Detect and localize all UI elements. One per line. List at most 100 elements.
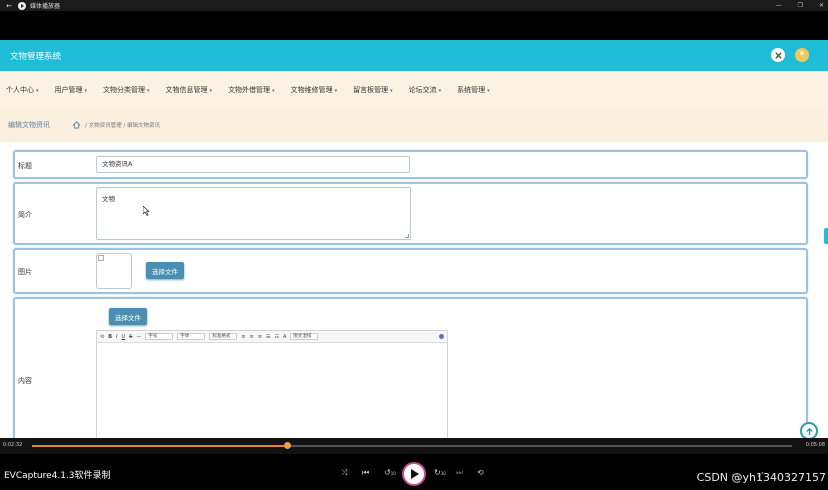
arrow-up-icon <box>805 427 813 435</box>
rewind-icon[interactable]: ↺10 <box>384 468 396 477</box>
text-style-select[interactable]: 图文混排 <box>290 333 319 340</box>
format-select[interactable]: 标准格式 <box>209 333 238 340</box>
csdn-watermark: CSDN @yh1340327157 <box>696 471 826 484</box>
nav-item-3[interactable]: 文物信息管理 ▾ <box>166 85 213 95</box>
window-close-icon[interactable]: ✕ <box>819 2 824 9</box>
forward-glyph: ↻ <box>434 468 441 477</box>
broken-image-icon <box>98 255 104 261</box>
web-page: 文物管理系统 个人中心 ▾ 用户管理 ▾ 文物分类管理 ▾ 文物信息管理 ▾ 文物外借管理 ▾ 文物… <box>0 40 828 438</box>
nav-item-7[interactable]: 论坛交流 ▾ <box>409 85 442 95</box>
top-nav: 个人中心 ▾ 用户管理 ▾ 文物分类管理 ▾ 文物信息管理 ▾ 文物外借管理 ▾ 文物维修管理 ▾ 留言… <box>0 71 828 108</box>
emoji-icon[interactable] <box>439 334 444 339</box>
title-label: 标题 <box>18 162 32 170</box>
next-icon[interactable]: ⏭ <box>456 468 463 478</box>
chevron-down-icon: ▾ <box>487 87 490 94</box>
app-header: 文物管理系统 <box>0 40 828 71</box>
nav-item-2[interactable]: 文物分类管理 ▾ <box>103 85 150 95</box>
forward-seconds: 30 <box>440 471 446 476</box>
image-row: 图片 选择文件 <box>13 248 808 294</box>
intro-text: 文物 <box>102 195 115 203</box>
seek-bar-fill <box>32 445 287 447</box>
avatar[interactable] <box>795 48 809 62</box>
nav-item-4[interactable]: 文物外借管理 ▾ <box>228 85 275 95</box>
strike-button[interactable]: S <box>129 334 132 340</box>
chevron-down-icon: ▾ <box>209 87 213 94</box>
chevron-down-icon: ▾ <box>84 87 88 94</box>
recorder-brand: EVCapture4.1.3软件录制 <box>4 471 111 481</box>
underline-button[interactable]: U <box>122 334 126 340</box>
player-controls: EVCapture4.1.3软件录制 ⤨ ⏮ ↺10 ↻30 ⏭ ⟲ ▭ ⤢ ⋯… <box>0 454 828 490</box>
divider-button[interactable]: — <box>136 334 141 340</box>
media-player-logo-icon <box>18 1 26 10</box>
player-title-bar: ← 媒体播放器 — ❐ ✕ <box>0 0 828 11</box>
restore-icon[interactable]: ❐ <box>798 2 803 9</box>
repeat-icon[interactable]: ⟲ <box>477 468 484 477</box>
nav-item-label: 文物外借管理 <box>228 85 271 94</box>
nav-item-label: 文物信息管理 <box>165 85 208 94</box>
title-input[interactable]: 文物资讯A <box>96 156 410 173</box>
close-circle-icon[interactable] <box>771 48 785 62</box>
window-buttons: — ❐ ✕ <box>776 0 824 11</box>
page-title: 编辑文物资讯 <box>8 121 50 129</box>
play-button[interactable] <box>402 462 426 486</box>
playback-progress: 0:02:32 0:05:08 <box>0 438 828 454</box>
image-label: 图片 <box>18 268 32 276</box>
nav-item-5[interactable]: 文物维修管理 ▾ <box>291 85 338 95</box>
nav-item-1[interactable]: 用户管理 ▾ <box>55 85 88 95</box>
home-icon[interactable] <box>72 121 81 129</box>
rewind-glyph: ↺ <box>384 468 391 477</box>
chevron-down-icon: ▾ <box>36 87 39 94</box>
bold-button[interactable]: B <box>108 334 112 340</box>
ordered-list-icon[interactable]: ☷ <box>274 334 278 340</box>
content-label: 内容 <box>18 377 32 385</box>
chevron-down-icon: ▾ <box>334 87 338 94</box>
forward-icon[interactable]: ↻30 <box>434 468 446 477</box>
editor-toolbar: ⟲ B I U S — 字号 字体 标准格式 ≡ ≡ ≡ ☰ ☷ A 图文混排 <box>97 331 447 343</box>
intro-row: 简介 文物 <box>13 182 808 245</box>
nav-item-0[interactable]: 个人中心 ▾ <box>6 85 39 95</box>
mouse-cursor-icon <box>143 206 150 216</box>
image-preview <box>96 253 132 289</box>
bullet-list-icon[interactable]: ☰ <box>266 334 270 340</box>
align-left-icon[interactable]: ≡ <box>241 334 245 340</box>
align-center-icon[interactable]: ≡ <box>250 334 254 340</box>
nav-item-8[interactable]: 系统管理 ▾ <box>457 85 490 95</box>
seek-handle[interactable] <box>283 442 291 449</box>
nav-item-label: 用户管理 <box>54 85 83 94</box>
nav-item-label: 个人中心 <box>6 85 34 94</box>
nav-item-6[interactable]: 留言板管理 ▾ <box>353 85 393 95</box>
current-time: 0:02:32 <box>3 442 23 448</box>
player-window-title: 媒体播放器 <box>30 3 61 10</box>
nav-item-label: 文物维修管理 <box>290 85 333 94</box>
italic-button[interactable]: I <box>116 334 117 340</box>
font-size-select[interactable]: 字号 <box>145 333 174 340</box>
chevron-down-icon: ▾ <box>438 87 442 94</box>
chevron-down-icon: ▾ <box>147 87 150 94</box>
chevron-down-icon: ▾ <box>272 87 275 94</box>
back-arrow-icon[interactable]: ← <box>0 2 18 10</box>
chevron-down-icon: ▾ <box>390 87 393 94</box>
total-time: 0:05:08 <box>805 442 825 448</box>
breadcrumb: / 文物资讯管理 / 编辑文物资讯 <box>85 123 160 129</box>
minimize-icon[interactable]: — <box>776 2 782 9</box>
text-color-icon[interactable]: A <box>283 334 286 340</box>
rich-text-editor[interactable]: ⟲ B I U S — 字号 字体 标准格式 ≡ ≡ ≡ ☰ ☷ A 图文混排 <box>96 330 448 438</box>
choose-content-file-button[interactable]: 选择文件 <box>109 308 147 325</box>
breadcrumb-bar: 编辑文物资讯 / 文物资讯管理 / 编辑文物资讯 <box>0 108 828 142</box>
scroll-to-top-button[interactable] <box>800 422 818 438</box>
align-right-icon[interactable]: ≡ <box>258 334 262 340</box>
font-family-select[interactable]: 字体 <box>177 333 206 340</box>
choose-image-button[interactable]: 选择文件 <box>146 262 184 279</box>
previous-icon[interactable]: ⏮ <box>362 468 369 478</box>
play-icon <box>411 469 419 479</box>
seek-bar[interactable] <box>32 442 792 449</box>
resize-handle-icon[interactable] <box>405 234 409 238</box>
app-title: 文物管理系统 <box>10 51 62 62</box>
side-tab-handle[interactable] <box>824 228 828 244</box>
intro-label: 简介 <box>18 211 32 219</box>
nav-item-label: 系统管理 <box>457 85 486 94</box>
nav-item-label: 论坛交流 <box>408 85 437 94</box>
undo-icon[interactable]: ⟲ <box>100 334 104 340</box>
content-row: 内容 选择文件 ⟲ B I U S — 字号 字体 标准格式 ≡ ≡ ≡ ☰ ☷… <box>13 297 808 438</box>
shuffle-icon[interactable]: ⤨ <box>341 468 347 478</box>
